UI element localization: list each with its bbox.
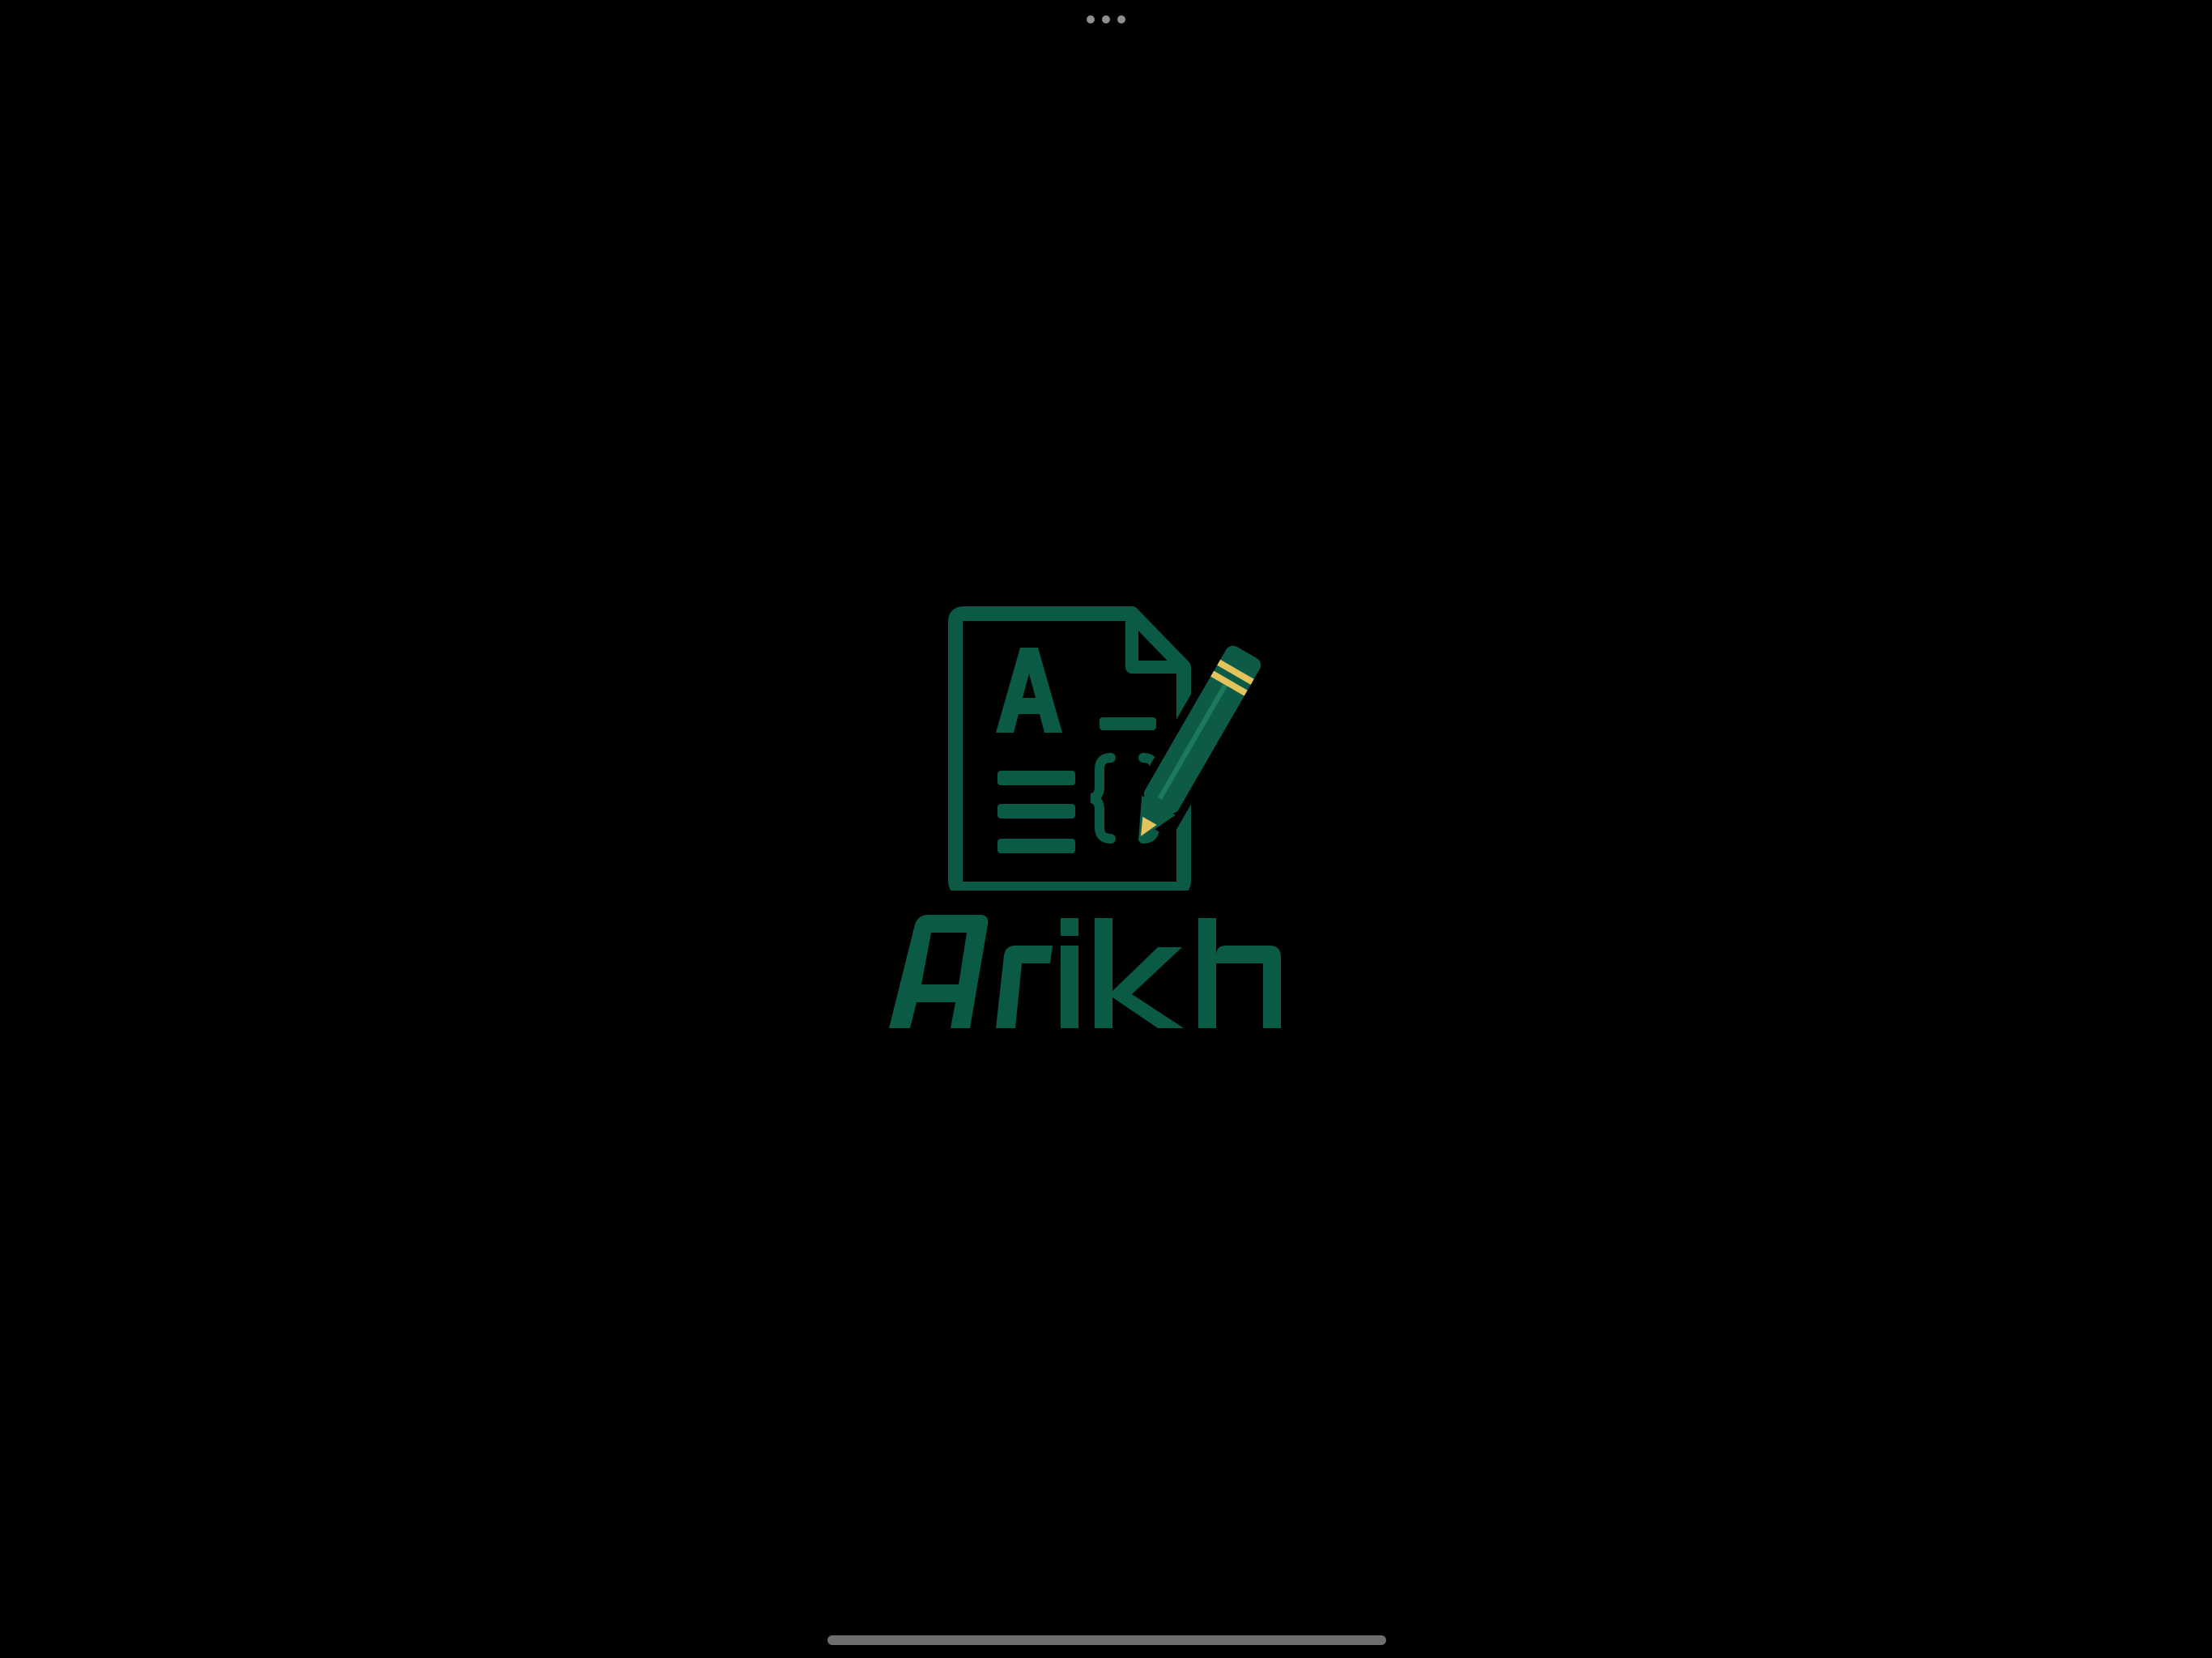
- home-indicator[interactable]: [827, 1635, 1386, 1645]
- splash-screen: [0, 0, 2212, 1658]
- document-pencil-icon: [948, 606, 1273, 891]
- ellipsis-icon: [1117, 15, 1125, 23]
- app-wordmark: [889, 915, 1281, 1028]
- ellipsis-icon: [1102, 15, 1110, 23]
- ellipsis-icon: [1087, 15, 1095, 23]
- multitasking-menu[interactable]: [1087, 13, 1125, 26]
